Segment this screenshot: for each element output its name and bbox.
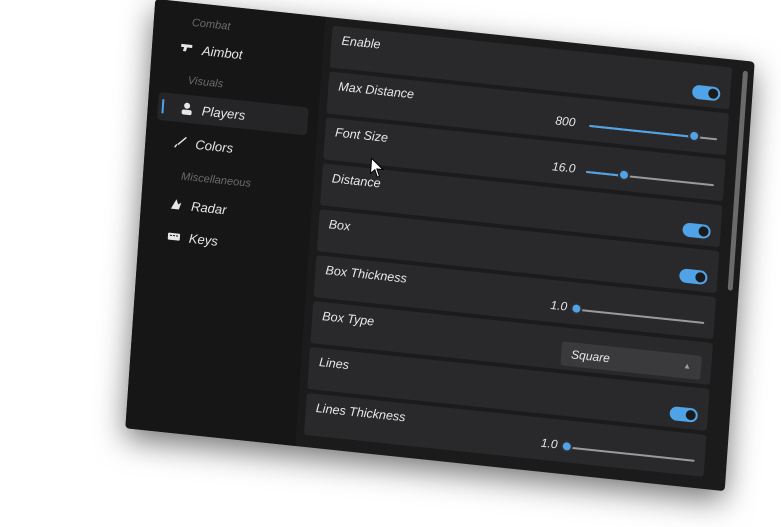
- sidebar-item-aimbot[interactable]: Aimbot: [161, 32, 313, 76]
- setting-label: Max Distance: [337, 79, 415, 102]
- slider-track[interactable]: [576, 308, 705, 325]
- toggle-knob: [698, 225, 709, 237]
- lines-toggle[interactable]: [669, 405, 699, 423]
- group-label-visuals: Visuals: [187, 74, 224, 91]
- box-toggle[interactable]: [678, 268, 708, 286]
- slider-track[interactable]: [566, 446, 695, 462]
- setting-label: Enable: [341, 33, 381, 52]
- sidebar-item-label: Aimbot: [201, 42, 244, 62]
- slider-fill: [589, 124, 695, 138]
- sidebar-item-label: Keys: [188, 230, 219, 249]
- lines-thickness-slider-handle[interactable]: [560, 439, 574, 453]
- brush-icon: [173, 135, 188, 150]
- settings-list: Enable Max Distance 800 Font Size 16.0 D…: [303, 25, 733, 487]
- chevron-up-icon: ▲: [682, 361, 692, 371]
- font-size-slider-handle[interactable]: [617, 168, 631, 182]
- distance-toggle[interactable]: [682, 222, 712, 240]
- setting-label: Font Size: [334, 125, 389, 145]
- mouse-cursor-icon: [369, 157, 385, 178]
- toggle-knob: [707, 88, 719, 100]
- active-indicator: [161, 99, 165, 114]
- toggle-knob: [695, 271, 706, 283]
- toggle-knob: [685, 409, 697, 421]
- slider-value: 16.0: [551, 159, 576, 176]
- sidebar-item-label: Players: [201, 102, 246, 123]
- aimbot-icon: [180, 41, 195, 56]
- sidebar-item-label: Colors: [194, 136, 234, 156]
- slider-value: 1.0: [540, 435, 559, 452]
- group-label-combat: Combat: [191, 16, 231, 33]
- setting-label: Box Type: [321, 309, 375, 329]
- slider-value: 800: [554, 113, 576, 130]
- select-value: Square: [570, 347, 611, 366]
- setting-label: Lines Thickness: [315, 400, 406, 425]
- setting-label: Box Thickness: [325, 263, 408, 286]
- box-thickness-slider-handle[interactable]: [570, 301, 583, 316]
- setting-label: Box: [328, 217, 351, 234]
- group-label-miscellaneous: Miscellaneous: [180, 170, 252, 190]
- keyboard-icon: [166, 228, 181, 243]
- setting-label: Lines: [318, 355, 350, 373]
- scrollbar[interactable]: [727, 70, 749, 291]
- radar-icon: [169, 196, 184, 211]
- sidebar: Combat Aimbot Visuals Players Colors Mis…: [125, 0, 326, 446]
- person-icon: [179, 101, 194, 116]
- stage: Combat Aimbot Visuals Players Colors Mis…: [0, 0, 781, 527]
- box-type-select[interactable]: Square ▲: [560, 341, 702, 380]
- enable-toggle[interactable]: [691, 84, 721, 102]
- max-distance-slider-handle[interactable]: [687, 129, 701, 143]
- sidebar-item-label: Radar: [190, 198, 228, 217]
- settings-window: Combat Aimbot Visuals Players Colors Mis…: [125, 0, 755, 492]
- slider-value: 1.0: [550, 297, 568, 314]
